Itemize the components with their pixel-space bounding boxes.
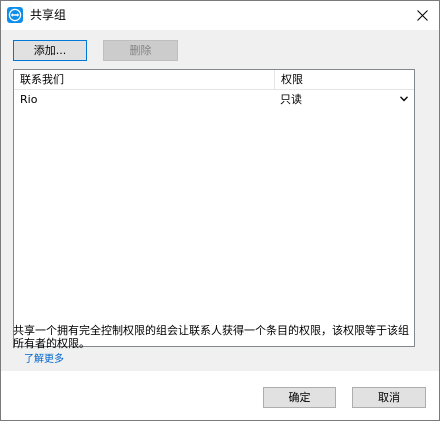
learn-more-link[interactable]: 了解更多: [24, 354, 64, 366]
title-bar[interactable]: 共享组: [1, 1, 439, 30]
dialog-footer: 确定 取消: [1, 371, 439, 420]
cancel-button[interactable]: 取消: [352, 387, 426, 408]
list-item[interactable]: Rio 只读: [14, 91, 414, 109]
contact-name: Rio: [20, 93, 38, 106]
delete-button[interactable]: 删除: [103, 40, 178, 61]
close-icon: [416, 10, 428, 21]
permission-select[interactable]: 只读: [276, 91, 412, 109]
permission-value: 只读: [280, 93, 302, 106]
description-text: 共享一个拥有完全控制权限的组会让联系人获得一个条目的权限，该权限等于该组所有者的…: [13, 324, 409, 350]
chevron-down-icon: [400, 96, 408, 102]
column-header-contacts[interactable]: 联系我们: [14, 70, 274, 89]
list-header: 联系我们 权限: [14, 70, 414, 90]
share-group-dialog: 共享组 添加... 删除 联系我们 权限 Rio 只读 共享一个拥有完全控制权限…: [0, 0, 440, 421]
window-title: 共享组: [30, 8, 67, 22]
dialog-content: 添加... 删除 联系我们 权限 Rio 只读 共享一个拥有完全控制权限的组会让…: [1, 30, 439, 371]
column-header-permission[interactable]: 权限: [275, 70, 414, 89]
teamviewer-app-icon: [7, 7, 23, 23]
add-button[interactable]: 添加...: [13, 40, 87, 61]
ok-button[interactable]: 确定: [263, 387, 336, 408]
close-button[interactable]: [405, 1, 439, 30]
shared-contacts-list[interactable]: 联系我们 权限 Rio 只读: [13, 69, 415, 347]
